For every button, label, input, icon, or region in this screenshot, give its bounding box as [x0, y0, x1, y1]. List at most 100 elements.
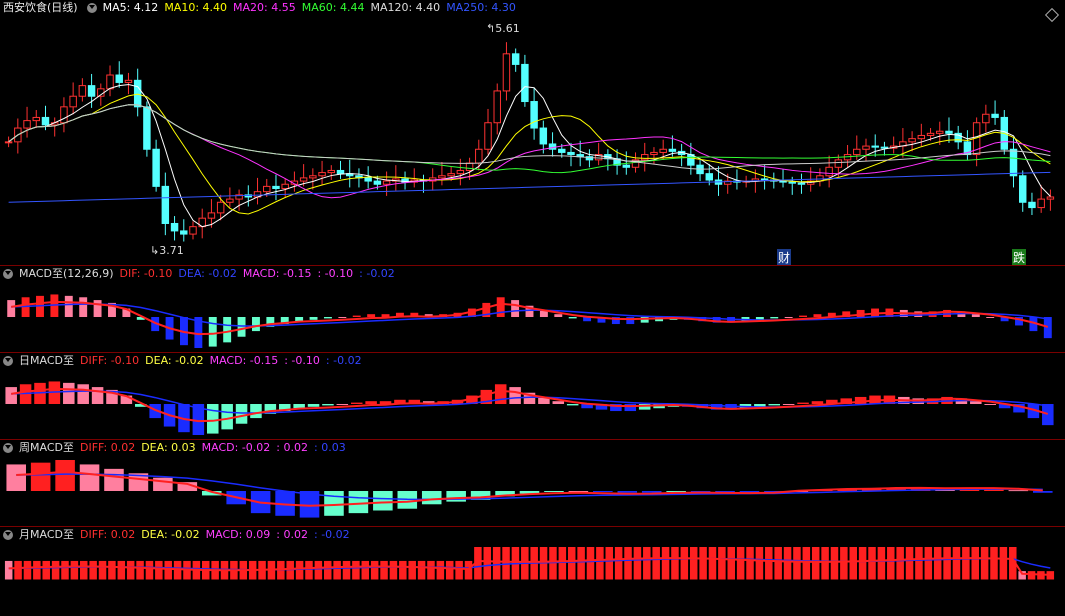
macd-bar	[699, 547, 707, 580]
tag-cai[interactable]: 财	[777, 249, 792, 266]
candle-body	[447, 173, 455, 177]
macd-bar	[324, 491, 344, 516]
macd-bar	[389, 560, 398, 580]
macd-bar	[4, 560, 13, 580]
macd-bar	[336, 404, 349, 405]
candle-body	[60, 106, 68, 124]
macd-bar	[70, 560, 79, 580]
macd-bar	[126, 560, 135, 580]
macd-bar	[782, 404, 795, 405]
candle-body	[32, 116, 40, 122]
candle-body	[78, 85, 87, 97]
macd-bar	[821, 547, 829, 580]
macd-bar	[307, 404, 320, 407]
macd-bar	[483, 547, 492, 580]
macd-bar	[251, 317, 260, 332]
macd-bar	[643, 547, 651, 580]
macd-bar	[915, 547, 923, 580]
macd-bar	[14, 560, 22, 580]
macd-bar	[42, 560, 50, 580]
candle-body	[87, 85, 96, 97]
low-marker: ↳3.71	[150, 244, 184, 257]
candle-body	[41, 116, 50, 126]
macd-bar	[79, 464, 100, 491]
macd-bar	[104, 468, 124, 491]
macd1-chart	[7, 294, 1052, 348]
candle-body	[318, 172, 326, 177]
macd-bar	[633, 547, 642, 580]
macd-bar	[352, 315, 361, 317]
candle-body	[908, 138, 916, 143]
macd-bar	[348, 491, 369, 514]
macd-bar	[208, 317, 217, 347]
candle-body	[226, 198, 234, 203]
macd-bar	[586, 547, 595, 580]
macd-bar	[596, 547, 604, 580]
macd-bar	[802, 547, 811, 580]
candle-body	[641, 154, 649, 161]
macd-bar	[408, 560, 416, 580]
candle-body	[180, 230, 188, 235]
macd-bar	[830, 547, 839, 580]
macd-bar	[680, 547, 689, 580]
macd-bar	[89, 560, 97, 580]
macd-bar	[770, 317, 779, 319]
candle-body	[207, 212, 216, 219]
macd-bar	[783, 547, 792, 580]
macd-bar	[492, 547, 501, 580]
macd-bar	[971, 314, 980, 317]
macd-bar	[333, 560, 341, 580]
macd-bar	[63, 382, 75, 404]
macd3-chart	[6, 460, 1053, 518]
candle-body	[382, 180, 391, 185]
macd-bar	[207, 404, 219, 434]
candle-body	[705, 173, 714, 181]
macd-bar	[370, 560, 379, 580]
candle-body	[373, 180, 382, 185]
macd-bar	[567, 547, 576, 580]
macd-bar	[755, 547, 764, 580]
macd-bar	[314, 560, 323, 580]
macd-bar	[784, 317, 793, 318]
macd-bar	[774, 547, 782, 580]
macd-bar	[943, 547, 951, 580]
candle-body	[115, 74, 123, 83]
candle-body	[834, 159, 843, 168]
candle-body	[982, 113, 990, 124]
macd-bar	[436, 560, 445, 580]
macd-bar	[736, 547, 745, 580]
macd-bar	[399, 560, 407, 580]
macd-bar	[64, 295, 73, 317]
macd-panel-2: 日MACD至 DIFF: -0.10 DEA: -0.02 MACD: -0.1…	[0, 353, 1065, 439]
macd-bar	[1027, 571, 1036, 580]
macd-bar	[322, 404, 334, 406]
candle-body	[1046, 196, 1055, 200]
candle-body	[281, 183, 289, 189]
macd-bar	[797, 402, 809, 404]
candle-body	[659, 148, 667, 153]
macd-bar	[361, 560, 370, 580]
candle-body	[945, 130, 953, 134]
macd-bar	[746, 547, 754, 580]
candle-body	[1037, 198, 1045, 209]
candle-body	[1009, 148, 1018, 177]
candle-body	[760, 178, 769, 181]
candle-body	[521, 63, 529, 103]
macd-bar	[768, 404, 781, 406]
macd-bar	[221, 404, 233, 430]
macd-bar	[626, 317, 635, 325]
macd-bar	[1042, 404, 1054, 426]
macd-bar	[793, 547, 801, 580]
macd-bar	[984, 404, 996, 405]
candle-body	[161, 185, 170, 224]
candle-body	[862, 145, 870, 150]
tag-die[interactable]: 跌	[1012, 249, 1027, 266]
candle-body	[650, 151, 658, 156]
candle-body	[272, 185, 280, 189]
macd-bar	[511, 300, 520, 317]
candle-body	[170, 222, 179, 232]
macd-bar	[811, 547, 820, 580]
macd-bar	[464, 560, 473, 580]
macd-bar	[164, 560, 172, 580]
macd-bar	[427, 560, 435, 580]
